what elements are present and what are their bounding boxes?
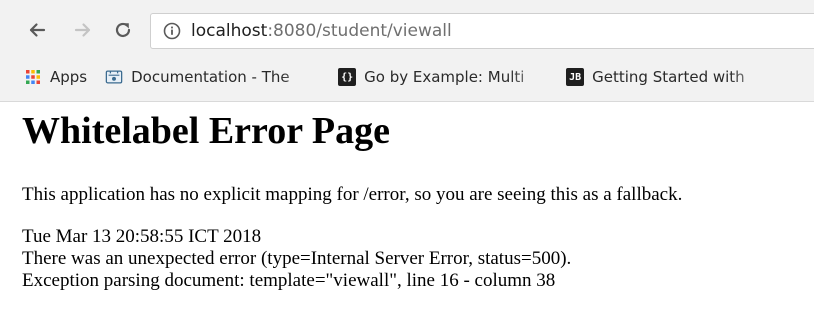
page-content: Whitelabel Error Page This application h…	[22, 108, 812, 292]
bookmark-documentation[interactable]: Documentation - The	[99, 63, 326, 91]
folder-favicon-icon	[105, 68, 123, 86]
forward-arrow-icon	[74, 23, 91, 37]
error-timestamp: Tue Mar 13 20:58:55 ICT 2018	[22, 226, 262, 247]
page-title: Whitelabel Error Page	[22, 110, 390, 152]
error-type-line: There was an unexpected error (type=Inte…	[22, 248, 572, 269]
bookmark-label: Getting Started with	[592, 68, 745, 86]
apps-grid-icon	[24, 68, 42, 86]
reload-icon	[115, 22, 131, 37]
browser-chrome: localhost:8080/student/viewall Apps Docu…	[0, 0, 814, 102]
address-bar[interactable]: localhost:8080/student/viewall	[150, 13, 814, 49]
url-host: localhost	[191, 21, 268, 41]
forward-button[interactable]	[70, 17, 96, 43]
browser-toolbar: localhost:8080/student/viewall	[0, 8, 814, 56]
bookmark-label: Go by Example: Multi	[364, 68, 525, 86]
url-text[interactable]: localhost:8080/student/viewall	[191, 21, 452, 41]
back-arrow-icon	[29, 23, 46, 37]
bookmark-label: Documentation - The	[131, 68, 290, 86]
jetbrains-icon: JB	[566, 68, 585, 86]
reload-button[interactable]	[110, 17, 136, 43]
back-button[interactable]	[24, 17, 50, 43]
bookmark-apps[interactable]: Apps	[18, 63, 93, 91]
url-path: :8080/student/viewall	[267, 21, 452, 41]
bookmark-getting-started[interactable]: JB Getting Started with	[560, 63, 772, 91]
info-icon[interactable]	[163, 22, 181, 40]
exception-line: Exception parsing document: template="vi…	[22, 270, 556, 291]
bookmark-go-by-example[interactable]: {} Go by Example: Multi	[332, 63, 554, 91]
bookmarks-bar: Apps Documentation - The {} Go by Exampl…	[0, 60, 814, 94]
bookmark-label: Apps	[50, 68, 88, 86]
error-message: This application has no explicit mapping…	[22, 184, 683, 205]
code-braces-icon: {}	[338, 68, 357, 86]
